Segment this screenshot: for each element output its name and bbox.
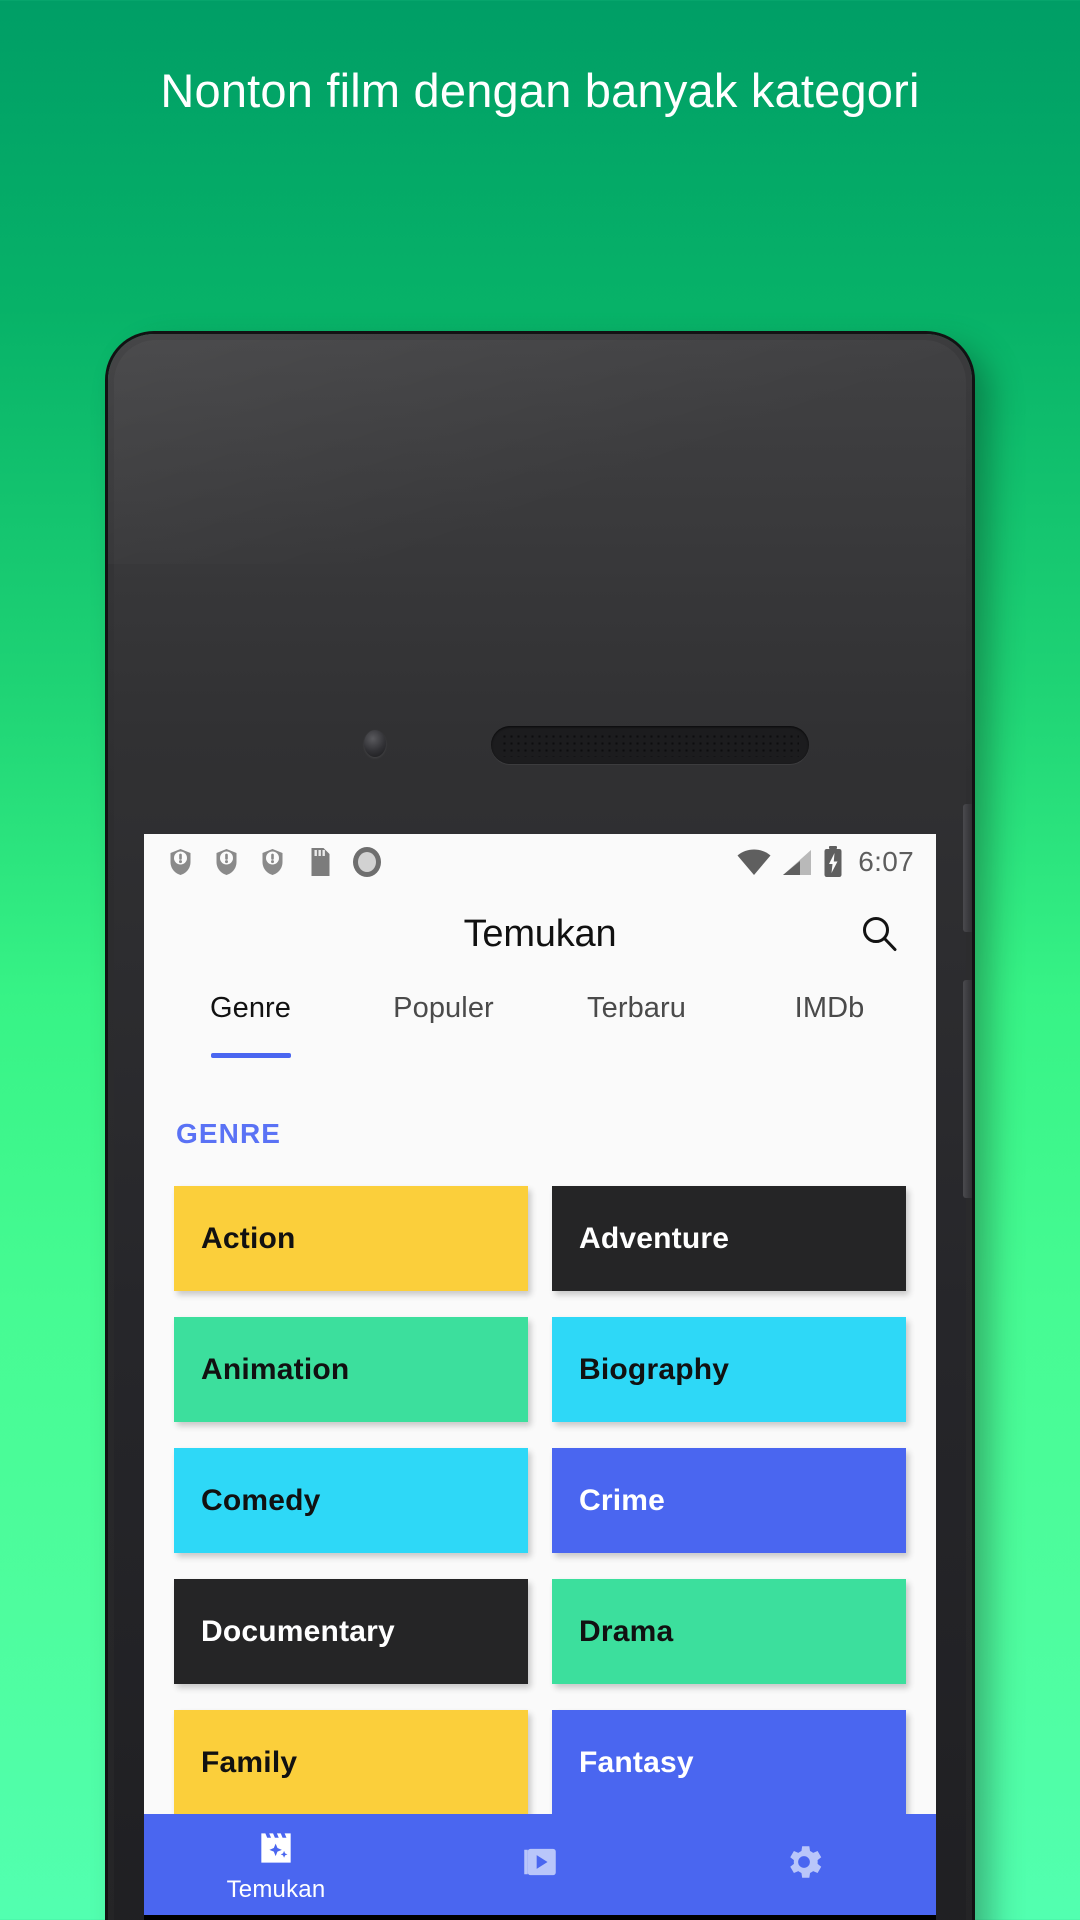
status-bar-left-icons: [168, 846, 382, 878]
warning-shield-icon: [216, 849, 237, 875]
volume-button[interactable]: [963, 980, 972, 1198]
tab-populer[interactable]: Populer: [347, 978, 540, 1074]
genre-card-comedy[interactable]: Comedy: [174, 1448, 528, 1553]
tab-bar: Genre Populer Terbaru IMDb: [144, 978, 936, 1074]
genre-card-label: Family: [201, 1745, 298, 1779]
genre-card-label: Crime: [579, 1483, 666, 1517]
genre-card-adventure[interactable]: Adventure: [552, 1186, 906, 1291]
tab-terbaru[interactable]: Terbaru: [540, 978, 733, 1074]
genre-card-label: Biography: [579, 1352, 730, 1386]
movie-sparkle-icon: [261, 1832, 291, 1863]
page-title: Temukan: [463, 912, 617, 955]
genre-card-label: Comedy: [201, 1483, 321, 1517]
genre-card-label: Adventure: [579, 1221, 730, 1255]
front-camera-icon: [364, 730, 386, 757]
cellular-signal-icon: [783, 849, 812, 875]
battery-charging-icon: [824, 846, 842, 877]
wifi-icon: [737, 849, 771, 875]
app-bar: Temukan: [144, 890, 936, 978]
promo-headline: Nonton film dengan banyak kategori: [160, 63, 920, 117]
bottom-navigation: Temukan: [144, 1814, 936, 1915]
power-button[interactable]: [963, 804, 972, 932]
nav-item-settings[interactable]: [672, 1814, 936, 1915]
warning-shield-icon: [170, 849, 191, 875]
genre-card-documentary[interactable]: Documentary: [174, 1579, 528, 1684]
video-library-icon: [524, 1848, 556, 1875]
genre-grid: Action Adventure Animation Biography Com…: [144, 1150, 936, 1920]
phone-screen: 6:07 Temukan Genre Populer Terbaru IMDb …: [144, 834, 936, 1920]
genre-card-family[interactable]: Family: [174, 1710, 528, 1815]
tab-label: IMDb: [794, 992, 865, 1024]
genre-card-label: Documentary: [201, 1614, 395, 1648]
genre-card-label: Fantasy: [579, 1745, 694, 1779]
nav-item-label: Temukan: [226, 1875, 326, 1903]
warning-shield-icon: [262, 849, 283, 875]
genre-card-drama[interactable]: Drama: [552, 1579, 906, 1684]
search-button[interactable]: [852, 907, 906, 961]
android-system-nav: [144, 1915, 936, 1920]
record-icon: [353, 847, 381, 877]
genre-card-label: Drama: [579, 1614, 674, 1648]
genre-card-fantasy[interactable]: Fantasy: [552, 1710, 906, 1815]
section-title-genre: GENRE: [176, 1118, 282, 1149]
genre-card-label: Animation: [201, 1352, 350, 1386]
tab-genre[interactable]: Genre: [154, 978, 347, 1074]
nav-item-temukan[interactable]: Temukan: [144, 1814, 408, 1915]
earpiece-speaker: [491, 726, 809, 764]
genre-card-crime[interactable]: Crime: [552, 1448, 906, 1553]
nav-item-library[interactable]: [408, 1814, 672, 1915]
tab-label: Genre: [209, 992, 292, 1024]
genre-card-biography[interactable]: Biography: [552, 1317, 906, 1422]
phone-mockup: 6:07 Temukan Genre Populer Terbaru IMDb …: [108, 334, 972, 1920]
sd-card-icon: [311, 848, 330, 876]
status-bar-right-icons: 6:07: [737, 846, 914, 878]
status-bar-clock: 6:07: [858, 846, 914, 877]
genre-card-action[interactable]: Action: [174, 1186, 528, 1291]
search-icon: [863, 917, 897, 951]
genre-card-label: Action: [201, 1221, 296, 1255]
status-bar: 6:07: [144, 834, 936, 890]
tab-label: Populer: [393, 992, 494, 1024]
gear-icon: [790, 1845, 822, 1878]
genre-card-animation[interactable]: Animation: [174, 1317, 528, 1422]
tab-label: Terbaru: [586, 992, 687, 1024]
tab-imdb[interactable]: IMDb: [733, 978, 926, 1074]
